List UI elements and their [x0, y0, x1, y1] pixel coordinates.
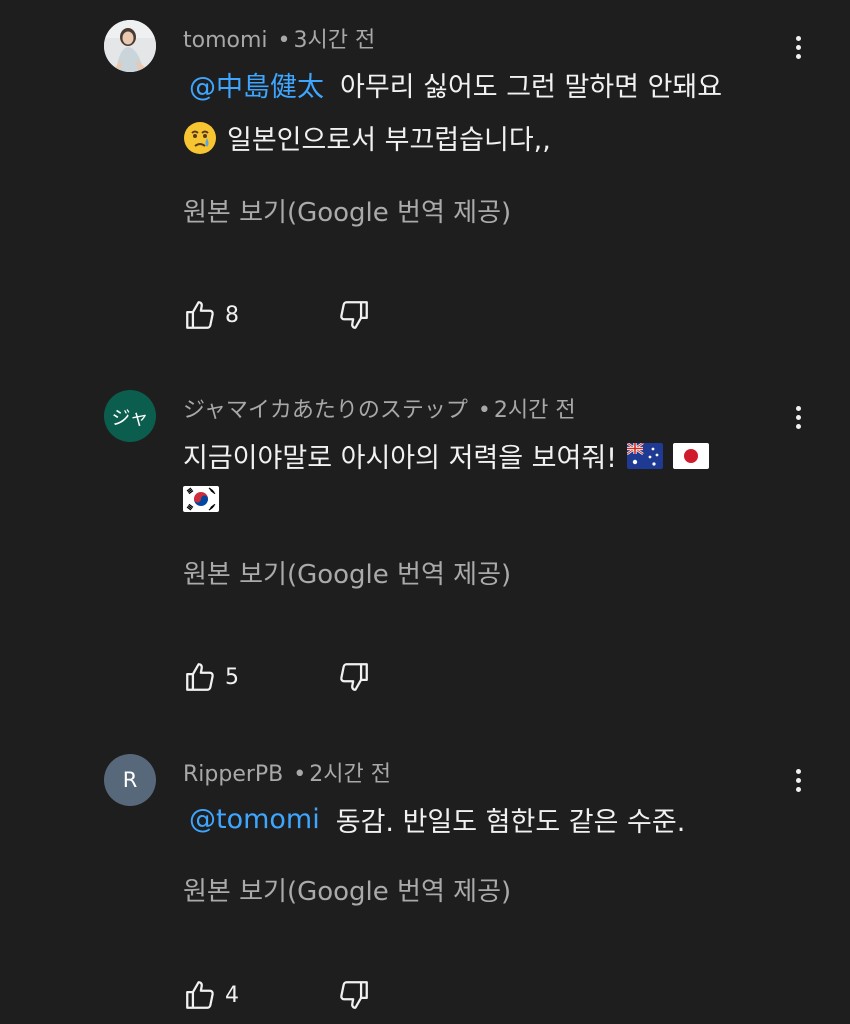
author-name[interactable]: tomomi [183, 28, 268, 53]
like-button[interactable]: 8 [183, 298, 265, 332]
comment-meta: ジャマイカあたりのステップ • 2시간 전 [183, 392, 576, 424]
comment-text-line: 일본인으로서 부끄럽습니다,, [183, 118, 551, 157]
comment-meta: RipperPB • 2시간 전 [183, 756, 391, 788]
comment-text-line: 지금이야말로 아시아의 저력을 보여줘! [183, 436, 710, 475]
crying-face-icon [184, 121, 216, 154]
more-options-button[interactable] [786, 764, 810, 796]
mention-link[interactable]: @中島健太 [189, 65, 324, 104]
comment-actions: 8 [183, 295, 371, 335]
thumbs-down-icon [340, 301, 368, 329]
comment-text: 동감. 반일도 혐한도 같은 수준. [335, 807, 686, 838]
more-vert-icon [795, 405, 801, 411]
more-vert-icon [795, 768, 801, 774]
dislike-button[interactable] [337, 660, 371, 694]
like-count: 5 [225, 664, 239, 690]
meta-separator: • [277, 28, 291, 53]
south-korea-flag-icon [183, 486, 219, 512]
author-name[interactable]: ジャマイカあたりのステップ [183, 398, 468, 423]
comment-actions: 5 [183, 657, 371, 697]
thumbs-down-icon [340, 663, 368, 691]
comment-feed: tomomi • 3시간 전 @中島健太 아무리 싫어도 그런 말하면 안돼요 일… [0, 0, 850, 1024]
dislike-button[interactable] [337, 978, 371, 1012]
more-options-button[interactable] [786, 401, 810, 433]
avatar-photo-icon [104, 20, 156, 72]
comment-text: 일본인으로서 부끄럽습니다,, [227, 125, 551, 156]
thumbs-up-icon [186, 301, 214, 329]
like-count: 4 [225, 982, 239, 1008]
like-button[interactable]: 5 [183, 660, 265, 694]
meta-separator: • [293, 762, 307, 787]
author-name[interactable]: RipperPB [183, 762, 283, 787]
japan-flag-icon [673, 442, 710, 469]
comment-text: 아무리 싫어도 그런 말하면 안돼요 [340, 72, 723, 103]
timestamp: 2시간 전 [309, 762, 391, 787]
thumbs-up-icon [186, 981, 214, 1009]
avatar[interactable]: ジャ [104, 390, 156, 442]
timestamp: 3시간 전 [293, 28, 376, 53]
like-count: 8 [225, 302, 239, 328]
avatar-initials: R [122, 768, 138, 792]
mention-link[interactable]: @tomomi [189, 804, 320, 835]
more-vert-icon [795, 35, 801, 41]
view-original-link[interactable]: 원본 보기(Google 번역 제공) [183, 192, 511, 229]
comment-text-line [183, 486, 219, 512]
comment-meta: tomomi • 3시간 전 [183, 22, 375, 54]
australia-flag-icon [627, 442, 664, 469]
comment-text: 지금이야말로 아시아의 저력을 보여줘! [183, 443, 618, 474]
more-options-button[interactable] [786, 31, 810, 63]
comment-text-line: @tomomi 동감. 반일도 혐한도 같은 수준. [183, 800, 685, 839]
comment-actions: 4 [183, 975, 371, 1015]
thumbs-down-icon [340, 981, 368, 1009]
timestamp: 2시간 전 [493, 398, 576, 423]
comment-text-line: @中島健太 아무리 싫어도 그런 말하면 안돼요 [183, 65, 722, 104]
meta-separator: • [477, 398, 491, 423]
view-original-link[interactable]: 원본 보기(Google 번역 제공) [183, 871, 511, 908]
avatar-initials: ジャ [111, 406, 149, 429]
like-button[interactable]: 4 [183, 978, 265, 1012]
thumbs-up-icon [186, 663, 214, 691]
avatar[interactable] [104, 20, 156, 72]
dislike-button[interactable] [337, 298, 371, 332]
view-original-link[interactable]: 원본 보기(Google 번역 제공) [183, 554, 511, 591]
avatar[interactable]: R [104, 754, 156, 806]
